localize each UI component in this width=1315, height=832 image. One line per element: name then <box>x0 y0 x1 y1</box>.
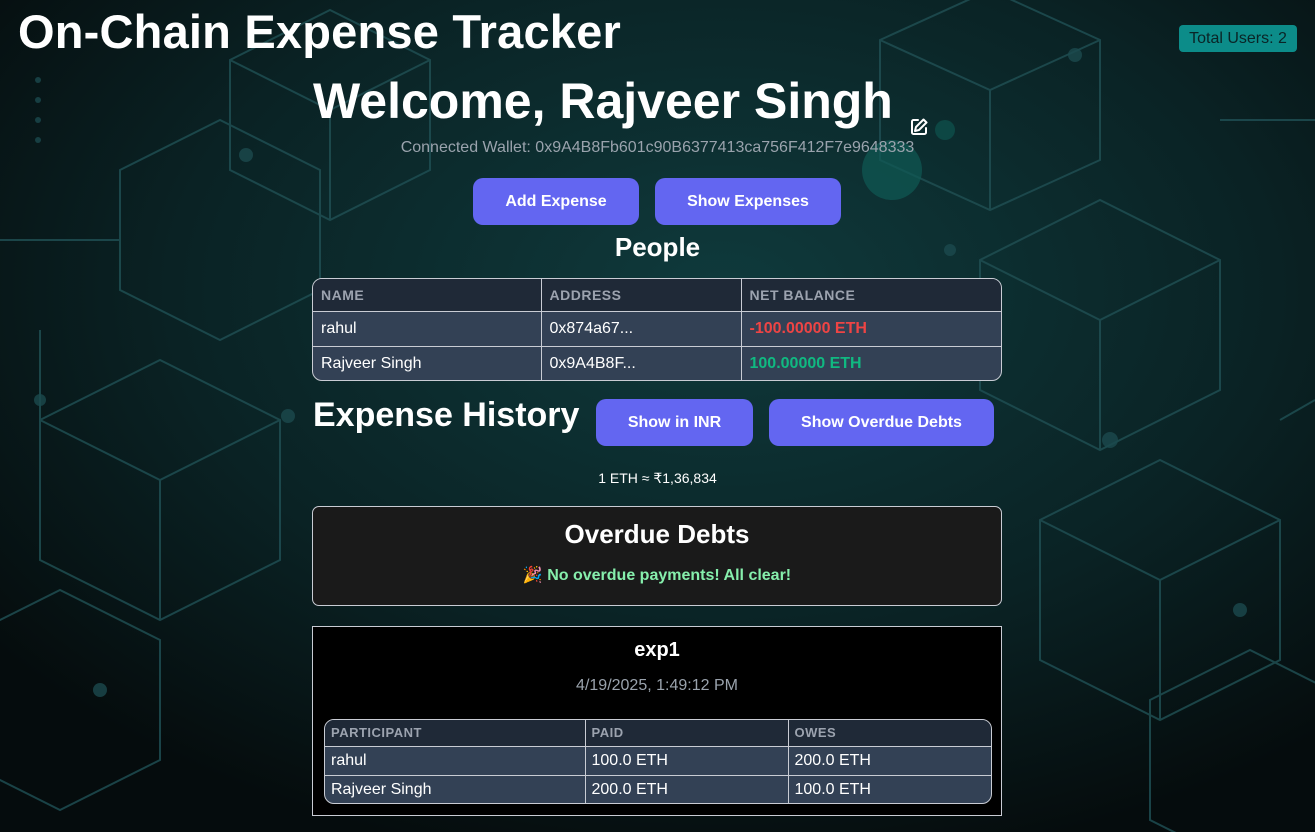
overdue-status-message: 🎉 No overdue payments! All clear! <box>522 567 792 584</box>
show-overdue-debts-button[interactable]: Show Overdue Debts <box>769 399 994 446</box>
participant-name: rahul <box>325 746 586 776</box>
person-name: Rajveer Singh <box>313 346 542 380</box>
expense-card: exp1 4/19/2025, 1:49:12 PM PARTICIPANT P… <box>312 626 1002 816</box>
overdue-debts-panel: Overdue Debts 🎉 No overdue payments! All… <box>312 506 1002 606</box>
show-in-inr-button[interactable]: Show in INR <box>596 399 753 446</box>
expense-name: exp1 <box>634 639 680 661</box>
participant-paid: 100.0 ETH <box>585 746 789 776</box>
app-title: On-Chain Expense Tracker <box>18 5 621 58</box>
show-expenses-button[interactable]: Show Expenses <box>655 178 841 225</box>
welcome-text: Welcome, Rajveer Singh <box>313 73 893 129</box>
column-header-address: ADDRESS <box>541 279 742 312</box>
column-header-participant: PARTICIPANT <box>325 720 586 747</box>
participant-paid: 200.0 ETH <box>585 775 789 803</box>
table-row: Rajveer Singh 200.0 ETH 100.0 ETH <box>325 775 991 803</box>
people-title: People <box>614 232 701 262</box>
column-header-paid: PAID <box>585 720 789 747</box>
total-users-badge: Total Users: 2 <box>1179 25 1297 52</box>
participant-name: Rajveer Singh <box>325 775 586 803</box>
eth-inr-rate: 1 ETH ≈ ₹1,36,834 <box>598 470 717 486</box>
column-header-name: NAME <box>313 279 542 312</box>
column-header-owes: OWES <box>788 720 991 747</box>
participant-owes: 100.0 ETH <box>794 780 871 798</box>
connected-wallet: Connected Wallet: 0x9A4B8Fb601c90B637741… <box>400 139 915 156</box>
table-row: rahul 100.0 ETH 200.0 ETH <box>325 746 991 776</box>
add-expense-button[interactable]: Add Expense <box>473 178 639 225</box>
table-row: Rajveer Singh 0x9A4B8F... 100.00000 ETH <box>313 346 1001 380</box>
person-name: rahul <box>313 311 542 347</box>
participant-owes: 200.0 ETH <box>788 746 991 776</box>
people-table: NAME ADDRESS NET BALANCE rahul 0x874a67.… <box>312 278 1002 381</box>
person-address: 0x9A4B8F... <box>541 346 742 380</box>
expense-history-title: Expense History <box>313 396 580 434</box>
overdue-debts-title: Overdue Debts <box>564 519 750 549</box>
person-net-balance: -100.00000 ETH <box>741 311 1001 347</box>
column-header-net-balance: NET BALANCE <box>741 279 1001 312</box>
expense-date: 4/19/2025, 1:49:12 PM <box>576 677 738 694</box>
expense-participants-table: PARTICIPANT PAID OWES rahul 100.0 ETH 20… <box>324 719 992 804</box>
table-row: rahul 0x874a67... -100.00000 ETH <box>313 311 1001 347</box>
edit-icon[interactable] <box>909 91 929 135</box>
person-address: 0x874a67... <box>541 311 742 347</box>
welcome-heading: Welcome, Rajveer Singh <box>313 72 929 135</box>
person-net-balance: 100.00000 ETH <box>749 354 862 372</box>
